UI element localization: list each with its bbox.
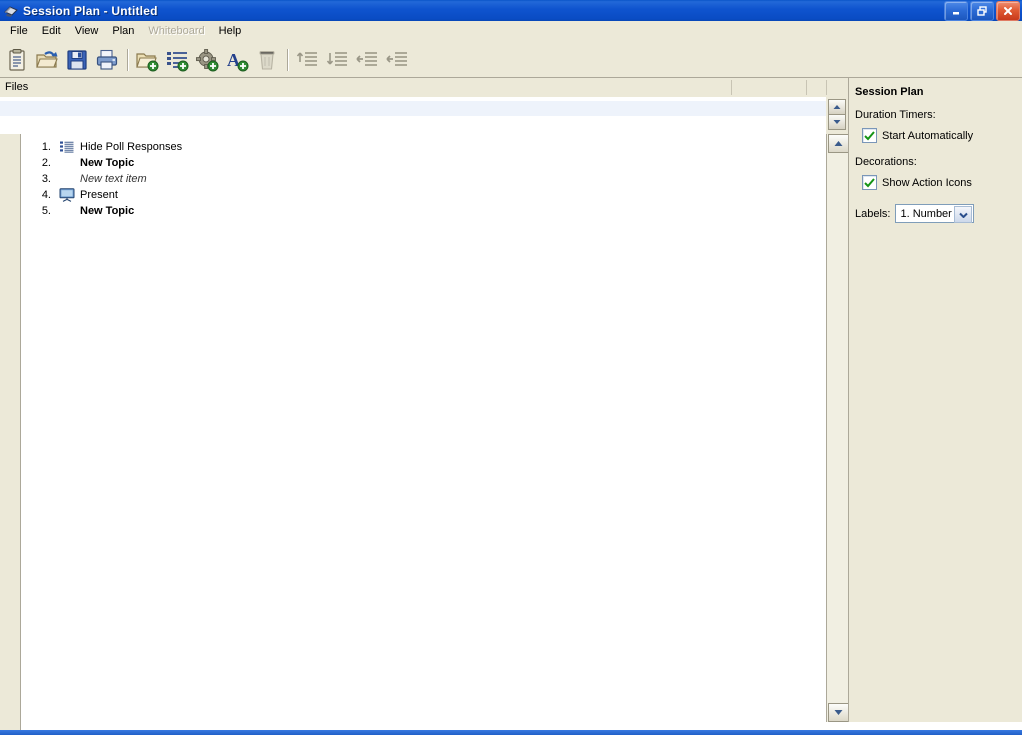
clipboard-new-icon — [9, 49, 25, 71]
move-up-button — [292, 45, 322, 75]
files-list-pane[interactable] — [0, 97, 826, 135]
delete-item-button — [252, 45, 282, 75]
session-plan-window: Session Plan - Untitled File Edit View P… — [0, 0, 1022, 735]
session-plan-icon — [3, 3, 19, 19]
plan-list: 1. Hide Poll Responses 2. New Topic 3. N… — [21, 134, 826, 219]
outdent-button — [352, 45, 382, 75]
plan-item-new-topic-2[interactable]: 5. New Topic — [21, 203, 826, 219]
plan-item-label: Present — [80, 189, 118, 201]
plan-item-label: New Topic — [80, 157, 135, 169]
column-divider[interactable] — [806, 80, 807, 95]
plan-item-number: 2. — [41, 157, 51, 169]
show-action-icons-checkbox[interactable]: Show Action Icons — [862, 175, 972, 190]
plan-item-new-text-item[interactable]: 3. New text item — [21, 171, 826, 187]
folder-open-icon — [36, 51, 58, 68]
files-header-label: Files — [5, 81, 29, 93]
move-down-button — [322, 45, 352, 75]
menu-whiteboard: Whiteboard — [148, 25, 205, 37]
show-action-icons-label: Show Action Icons — [882, 176, 972, 189]
files-scroll-up-button[interactable] — [828, 99, 846, 115]
menu-file[interactable]: File — [3, 23, 35, 40]
column-divider[interactable] — [826, 80, 827, 95]
menu-help[interactable]: Help — [212, 23, 249, 40]
taskbar-strip — [0, 730, 1022, 735]
start-automatically-checkbox[interactable]: Start Automatically — [862, 128, 973, 143]
add-text-button[interactable]: A — [222, 45, 252, 75]
plan-item-label: New Topic — [80, 205, 135, 217]
plan-item-number: 3. — [41, 173, 51, 185]
labels-field-row: Labels: 1. Number — [855, 204, 975, 223]
plan-item-label: New text item — [80, 173, 147, 185]
files-scroll-buttons — [826, 97, 848, 135]
toolbar: A — [0, 42, 1022, 78]
save-plan-button[interactable] — [62, 45, 92, 75]
poll-list-icon — [58, 140, 76, 154]
presentation-screen-icon — [58, 188, 76, 202]
checkbox-box — [862, 128, 877, 143]
trash-icon — [259, 51, 275, 70]
minimize-button[interactable] — [944, 1, 968, 21]
add-topic-button[interactable] — [132, 45, 162, 75]
add-action-button[interactable] — [192, 45, 222, 75]
plan-item-label: Hide Poll Responses — [80, 141, 183, 153]
menu-edit[interactable]: Edit — [35, 23, 68, 40]
check-icon — [864, 130, 875, 140]
scroll-up-button[interactable] — [828, 134, 849, 153]
title-bar: Session Plan - Untitled — [0, 0, 1022, 21]
toolbar-separator — [122, 47, 132, 73]
plan-item-number: 5. — [41, 205, 51, 217]
checkbox-box — [862, 175, 877, 190]
new-plan-button[interactable] — [2, 45, 32, 75]
list-add-icon — [167, 52, 189, 72]
menu-plan[interactable]: Plan — [105, 23, 141, 40]
window-controls — [944, 1, 1020, 21]
indent-icon — [386, 52, 407, 66]
gear-add-icon — [196, 49, 219, 72]
column-divider[interactable] — [731, 80, 732, 95]
plan-list-pane[interactable]: 1. Hide Poll Responses 2. New Topic 3. N… — [21, 134, 827, 722]
decorations-label: Decorations: — [855, 156, 917, 168]
menu-view[interactable]: View — [68, 23, 106, 40]
chevron-down-icon[interactable] — [954, 206, 973, 223]
folder-add-icon — [136, 53, 159, 72]
start-automatically-label: Start Automatically — [882, 129, 974, 142]
plan-item-number: 1. — [41, 141, 51, 153]
text-add-icon: A — [227, 50, 249, 72]
plan-vertical-scrollbar[interactable] — [826, 134, 849, 722]
printer-icon — [96, 49, 118, 70]
outdent-icon — [356, 52, 377, 66]
close-button[interactable] — [996, 1, 1020, 21]
bottom-gutter — [0, 722, 21, 730]
plan-item-number: 4. — [41, 189, 51, 201]
labels-dropdown-value: 1. Number — [900, 207, 952, 220]
window-title: Session Plan - Untitled — [23, 3, 158, 18]
plan-item-hide-poll-responses[interactable]: 1. Hide Poll Responses — [21, 139, 826, 155]
labels-dropdown[interactable]: 1. Number — [895, 204, 975, 223]
menu-bar: File Edit View Plan Whiteboard Help — [0, 21, 1022, 42]
check-icon — [864, 177, 875, 187]
indent-button — [382, 45, 412, 75]
files-empty-row[interactable] — [0, 101, 826, 116]
panel-title: Session Plan — [855, 86, 924, 98]
files-scroll-down-button[interactable] — [828, 114, 846, 130]
files-column-header[interactable]: Files — [0, 78, 848, 98]
plan-editor-area: 1. Hide Poll Responses 2. New Topic 3. N… — [0, 134, 848, 722]
print-plan-button[interactable] — [92, 45, 122, 75]
labels-field-label: Labels: — [855, 207, 891, 220]
plan-item-present[interactable]: 4. Present — [21, 187, 826, 203]
open-plan-button[interactable] — [32, 45, 62, 75]
move-down-icon — [326, 52, 347, 66]
duration-timers-label: Duration Timers: — [855, 109, 936, 121]
move-up-icon — [296, 52, 317, 66]
scroll-down-button[interactable] — [828, 703, 849, 722]
session-plan-properties-panel: Session Plan Duration Timers: Start Auto… — [848, 78, 1022, 722]
add-poll-button[interactable] — [162, 45, 192, 75]
restore-button[interactable] — [970, 1, 994, 21]
plan-gutter — [0, 134, 21, 722]
plan-item-new-topic-1[interactable]: 2. New Topic — [21, 155, 826, 171]
floppy-save-icon — [67, 50, 87, 70]
toolbar-separator — [282, 47, 292, 73]
